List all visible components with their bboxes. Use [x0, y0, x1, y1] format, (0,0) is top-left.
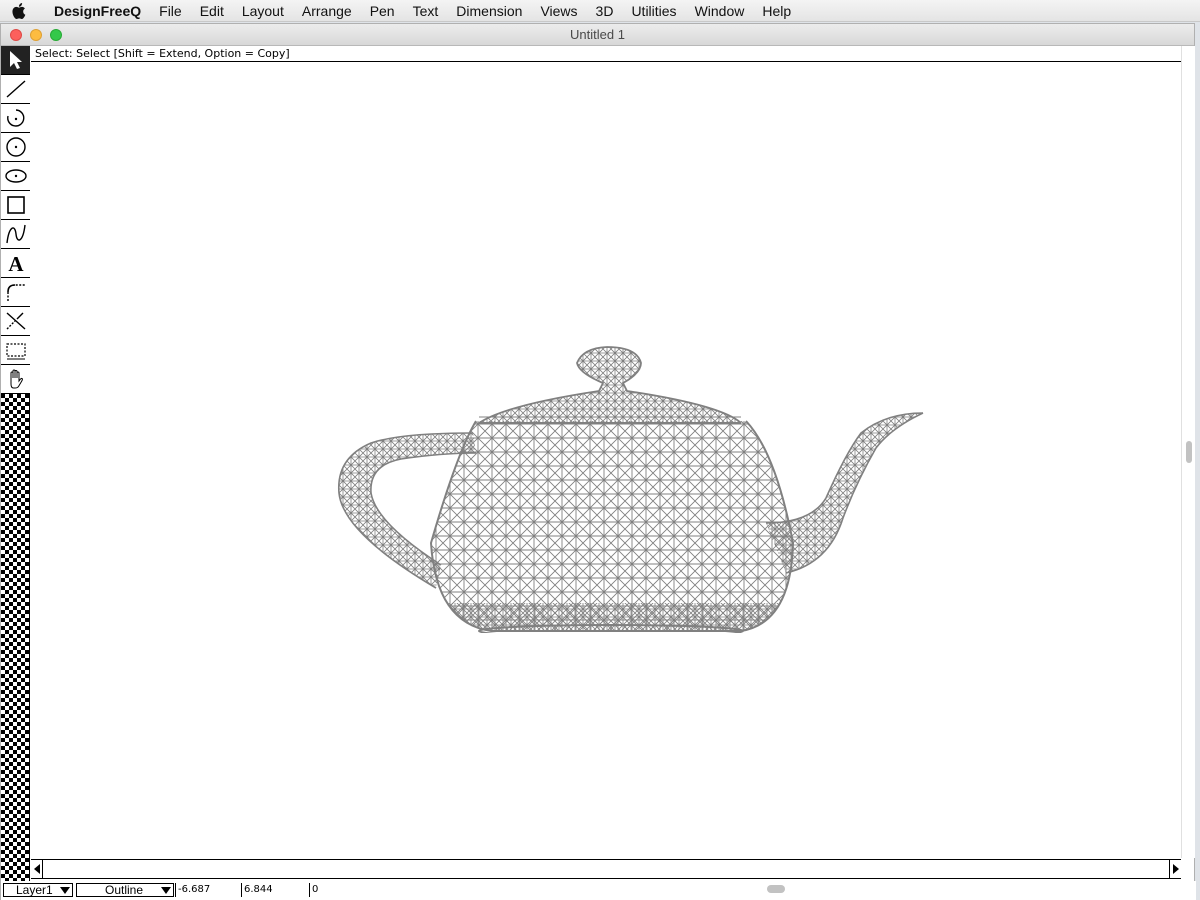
menu-text[interactable]: Text: [404, 3, 448, 19]
arc-tool[interactable]: [1, 104, 30, 133]
vertical-scroll-thumb[interactable]: [1186, 441, 1192, 463]
window-title: Untitled 1: [570, 27, 625, 42]
app-menu[interactable]: DesignFreeQ: [40, 3, 150, 19]
text-tool[interactable]: A: [1, 249, 30, 278]
document-window: Untitled 1 A Select: Select [Shift = Ext…: [0, 23, 1196, 900]
svg-text:A: A: [8, 252, 24, 275]
fillet-tool[interactable]: [1, 278, 30, 307]
line-tool[interactable]: [1, 75, 30, 104]
chevron-down-icon: [161, 887, 171, 894]
vertical-scrollbar[interactable]: [1181, 46, 1195, 858]
rectangle-tool[interactable]: [1, 191, 30, 220]
z-coordinate-readout: 0: [309, 883, 369, 897]
close-button[interactable]: [10, 29, 22, 41]
text-icon: A: [8, 252, 24, 275]
menu-file[interactable]: File: [150, 3, 191, 19]
menu-pen[interactable]: Pen: [361, 3, 404, 19]
zoom-button[interactable]: [50, 29, 62, 41]
menu-layout[interactable]: Layout: [233, 3, 293, 19]
menu-3d[interactable]: 3D: [587, 3, 623, 19]
curve-tool[interactable]: [1, 220, 30, 249]
trim-tool[interactable]: [1, 307, 30, 336]
minimize-button[interactable]: [30, 29, 42, 41]
apple-menu-icon[interactable]: [0, 2, 40, 20]
render-mode-value: Outline: [105, 883, 144, 897]
line-icon: [6, 80, 25, 98]
rectangle-icon: [6, 196, 25, 214]
drawing-canvas[interactable]: [31, 63, 1181, 858]
layer-dropdown[interactable]: Layer1: [3, 883, 73, 897]
horizontal-scrollbar[interactable]: [31, 859, 1181, 879]
menu-views[interactable]: Views: [531, 3, 586, 19]
menu-dimension[interactable]: Dimension: [447, 3, 531, 19]
scroll-left-arrow-icon[interactable]: [31, 860, 43, 878]
curve-icon: [5, 224, 26, 244]
layer-value: Layer1: [16, 883, 53, 897]
zoom-box-icon: [5, 343, 26, 360]
x-coordinate-readout: -6.687: [175, 883, 241, 897]
fillet-icon: [6, 284, 25, 301]
scroll-right-arrow-icon[interactable]: [1169, 860, 1181, 878]
arc-icon: [6, 109, 24, 127]
pan-tool[interactable]: [1, 365, 30, 394]
menu-edit[interactable]: Edit: [191, 3, 233, 19]
toolbox: A: [1, 46, 30, 881]
trim-icon: [6, 312, 25, 330]
menu-utilities[interactable]: Utilities: [622, 3, 685, 19]
teapot-wireframe[interactable]: [331, 333, 931, 633]
window-resize-grip[interactable]: [767, 885, 785, 893]
render-mode-dropdown[interactable]: Outline: [76, 883, 174, 897]
menu-help[interactable]: Help: [753, 3, 800, 19]
circle-icon: [5, 137, 26, 157]
y-coordinate-readout: 6.844: [241, 883, 309, 897]
status-bar: Layer1 Outline -6.687 6.844 0: [1, 881, 1196, 900]
zoom-box-tool[interactable]: [1, 336, 30, 365]
menu-arrange[interactable]: Arrange: [293, 3, 361, 19]
menu-window[interactable]: Window: [686, 3, 754, 19]
window-titlebar[interactable]: Untitled 1: [1, 24, 1194, 46]
ellipse-tool[interactable]: [1, 162, 30, 191]
menu-bar: DesignFreeQ File Edit Layout Arrange Pen…: [0, 0, 1200, 22]
arrow-icon: [9, 51, 22, 69]
chevron-down-icon: [60, 887, 70, 894]
command-prompt: Select: Select [Shift = Extend, Option =…: [31, 46, 1181, 62]
circle-tool[interactable]: [1, 133, 30, 162]
ellipse-icon: [4, 169, 27, 183]
select-tool[interactable]: [1, 46, 30, 75]
hand-icon: [10, 369, 23, 389]
